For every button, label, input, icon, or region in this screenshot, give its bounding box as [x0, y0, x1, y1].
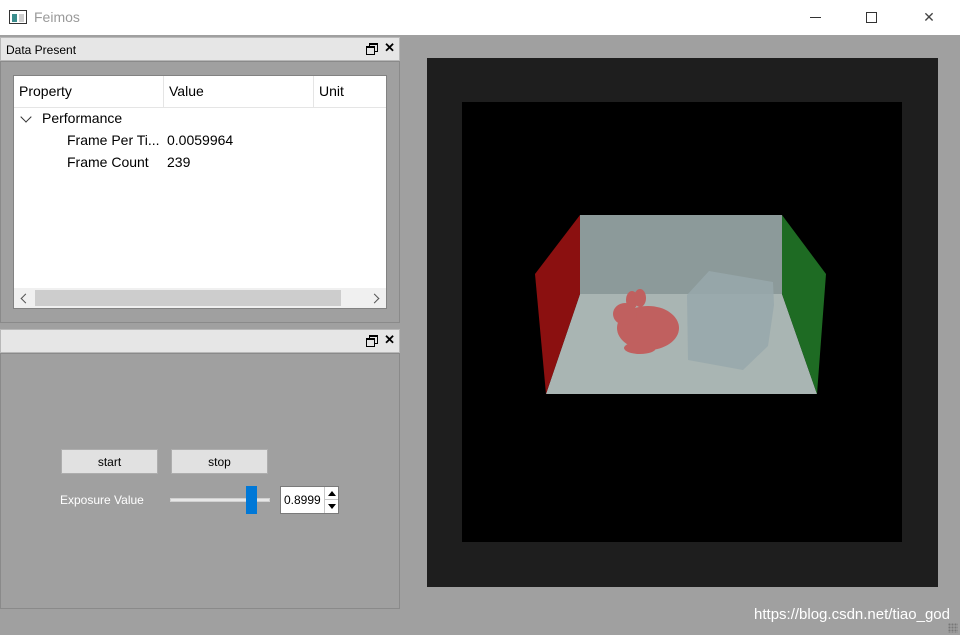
- stop-button[interactable]: stop: [171, 449, 268, 474]
- exposure-spinbox[interactable]: 0.8999: [280, 486, 339, 514]
- data-present-dock-title[interactable]: Data Present ✕: [0, 37, 400, 61]
- tree-group-performance[interactable]: Performance: [14, 107, 386, 129]
- row-value: 239: [167, 154, 191, 170]
- chevron-left-icon: [20, 293, 31, 303]
- resize-grip-icon[interactable]: [948, 623, 958, 633]
- dock-title-label: Data Present: [6, 43, 77, 57]
- column-header-value[interactable]: Value: [164, 76, 314, 107]
- exposure-slider-handle[interactable]: [245, 486, 257, 514]
- spin-buttons: [324, 487, 338, 513]
- close-icon: ✕: [923, 9, 935, 25]
- dock-close-icon[interactable]: ✕: [384, 333, 395, 347]
- window-title: Feimos: [34, 9, 80, 25]
- watermark-text: https://blog.csdn.net/tiao_god: [754, 606, 950, 623]
- scrollbar-thumb[interactable]: [35, 290, 341, 306]
- column-header-property[interactable]: Property: [14, 76, 164, 107]
- dock-close-icon[interactable]: ✕: [384, 41, 395, 55]
- chevron-right-icon: [369, 293, 380, 303]
- chevron-down-icon[interactable]: [20, 111, 32, 123]
- app-icon: [9, 10, 27, 24]
- arrow-up-icon: [327, 490, 336, 496]
- table-row[interactable]: Frame Count 239: [14, 151, 386, 173]
- property-tree[interactable]: Property Value Unit Performance Frame Pe…: [13, 75, 387, 309]
- minimize-button[interactable]: [786, 0, 844, 35]
- control-dock-title[interactable]: ✕: [0, 329, 400, 353]
- table-row[interactable]: Frame Per Ti... 0.0059964: [14, 129, 386, 151]
- dock-float-icon[interactable]: [366, 43, 378, 55]
- scroll-right-button[interactable]: [366, 288, 386, 308]
- minimize-icon: [809, 17, 821, 18]
- spin-up-button[interactable]: [325, 487, 338, 500]
- horizontal-scrollbar[interactable]: [14, 288, 386, 308]
- exposure-value[interactable]: 0.8999: [284, 493, 321, 507]
- column-header-unit[interactable]: Unit: [314, 76, 386, 107]
- group-label: Performance: [42, 110, 123, 126]
- maximize-button[interactable]: [842, 0, 900, 35]
- row-value: 0.0059964: [167, 132, 234, 148]
- spin-down-button[interactable]: [325, 500, 338, 513]
- arrow-down-icon: [327, 504, 336, 509]
- start-button[interactable]: start: [61, 449, 158, 474]
- control-panel: [0, 353, 400, 609]
- scroll-left-button[interactable]: [14, 288, 34, 308]
- cornell-box-scene: [535, 215, 826, 394]
- row-property: Frame Per Ti...: [67, 132, 160, 148]
- exposure-label: Exposure Value: [60, 493, 144, 507]
- maximize-icon: [865, 12, 877, 23]
- floor: [546, 294, 817, 394]
- row-property: Frame Count: [67, 154, 149, 170]
- dock-float-icon[interactable]: [366, 335, 378, 347]
- tree-header: Property Value Unit: [14, 76, 386, 108]
- close-button[interactable]: ✕: [900, 0, 958, 35]
- title-bar: Feimos ✕: [0, 0, 960, 35]
